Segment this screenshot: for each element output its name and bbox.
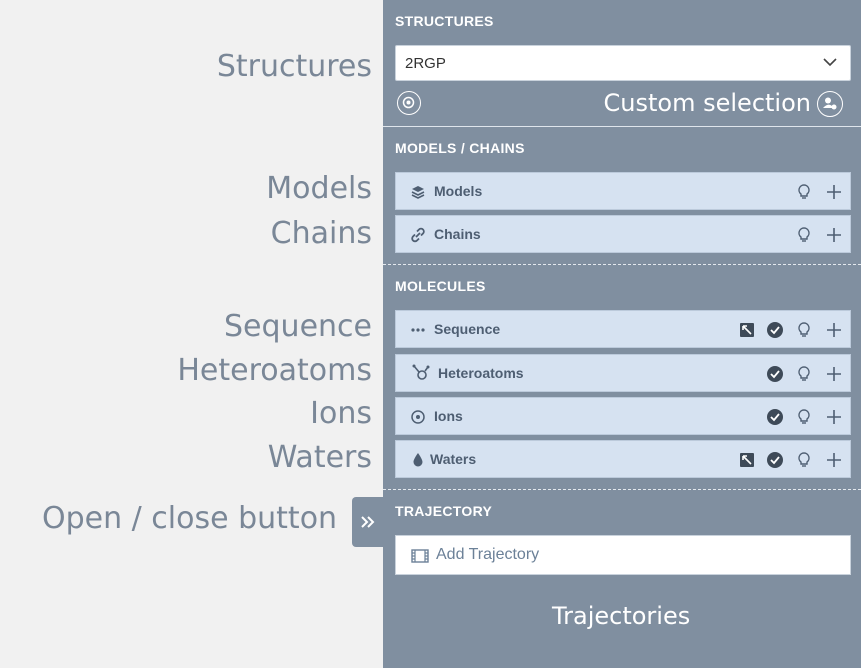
check-circle-icon[interactable] xyxy=(766,451,784,469)
link-icon xyxy=(411,227,425,243)
trajectory-section-title: TRAJECTORY xyxy=(395,503,493,519)
models-row[interactable]: Models xyxy=(395,172,851,210)
molecules-section-title: MOLECULES xyxy=(395,278,486,294)
open-close-button[interactable] xyxy=(352,497,384,547)
structure-select-value: 2RGP xyxy=(405,55,446,72)
annotation-trajectories: Trajectories xyxy=(552,602,691,630)
annotation-heteroatoms: Heteroatoms xyxy=(177,353,372,388)
structure-select[interactable]: 2RGP xyxy=(395,45,851,81)
side-panel: STRUCTURES 2RGP Custom selection MODELS … xyxy=(383,0,861,668)
ions-label: Ions xyxy=(434,408,463,424)
check-circle-icon[interactable] xyxy=(766,365,784,383)
heteroatoms-label: Heteroatoms xyxy=(438,365,524,381)
annotation-waters: Waters xyxy=(267,440,372,475)
user-settings-icon[interactable] xyxy=(817,91,843,117)
plus-icon[interactable] xyxy=(825,408,843,426)
hetero-icon xyxy=(412,364,430,380)
lightbulb-icon[interactable] xyxy=(795,451,813,469)
sequence-label: Sequence xyxy=(434,321,501,337)
structures-section-title: STRUCTURES xyxy=(395,13,494,29)
expand-icon[interactable] xyxy=(738,321,756,339)
annotation-chains: Chains xyxy=(270,216,372,251)
ion-icon xyxy=(411,410,425,424)
lightbulb-icon[interactable] xyxy=(795,365,813,383)
dots-icon xyxy=(411,328,425,332)
section-divider xyxy=(383,126,861,127)
lightbulb-icon[interactable] xyxy=(795,226,813,244)
chains-label: Chains xyxy=(434,226,481,242)
lightbulb-icon[interactable] xyxy=(795,321,813,339)
lightbulb-icon[interactable] xyxy=(795,183,813,201)
plus-icon[interactable] xyxy=(825,365,843,383)
annotation-sequence: Sequence xyxy=(224,309,372,344)
plus-icon[interactable] xyxy=(825,226,843,244)
models-label: Models xyxy=(434,183,483,199)
plus-icon[interactable] xyxy=(825,183,843,201)
expand-icon[interactable] xyxy=(738,451,756,469)
chevron-down-icon xyxy=(823,58,837,67)
check-circle-icon[interactable] xyxy=(766,321,784,339)
annotation-structures: Structures xyxy=(216,49,372,84)
custom-selection-annotation: Custom selection xyxy=(603,89,811,117)
section-divider xyxy=(383,264,861,265)
layers-icon xyxy=(411,186,425,199)
chains-row[interactable]: Chains xyxy=(395,215,851,253)
section-divider xyxy=(383,489,861,490)
lightbulb-icon[interactable] xyxy=(795,408,813,426)
heteroatoms-row[interactable]: Heteroatoms xyxy=(395,354,851,392)
annotation-ions: Ions xyxy=(310,396,372,431)
plus-icon[interactable] xyxy=(825,321,843,339)
plus-icon[interactable] xyxy=(825,451,843,469)
target-icon[interactable] xyxy=(397,91,421,115)
check-circle-icon[interactable] xyxy=(766,408,784,426)
add-trajectory-label: Add Trajectory xyxy=(436,546,540,563)
waters-label: Waters xyxy=(430,451,477,467)
waters-row[interactable]: Waters xyxy=(395,440,851,478)
sequence-row[interactable]: Sequence xyxy=(395,310,851,348)
ions-row[interactable]: Ions xyxy=(395,397,851,435)
add-trajectory-button[interactable]: Add Trajectory xyxy=(395,535,851,575)
double-chevron-right-icon xyxy=(361,516,375,528)
models-chains-section-title: MODELS / CHAINS xyxy=(395,140,525,156)
annotation-toggle: Open / close button xyxy=(42,501,338,536)
drop-icon xyxy=(413,453,423,467)
annotation-models: Models xyxy=(266,171,372,206)
film-icon xyxy=(411,549,429,563)
